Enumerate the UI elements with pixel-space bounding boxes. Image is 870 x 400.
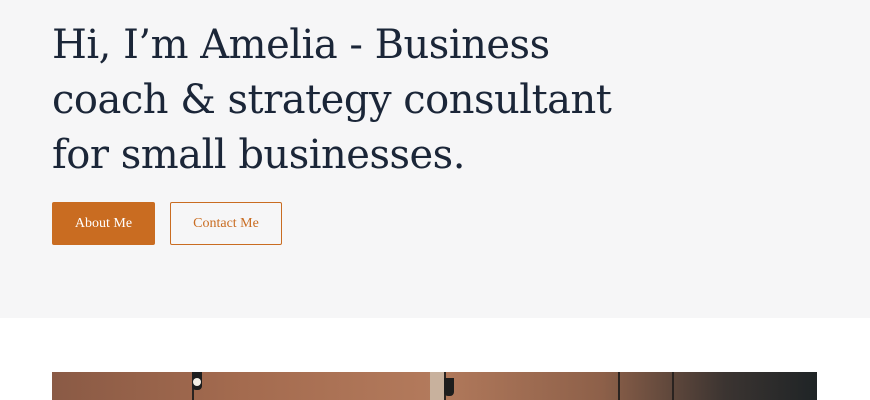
photo-bulb <box>193 378 201 386</box>
hero-section: Hi, I’m Amelia - Business coach & strate… <box>0 0 870 318</box>
photo-cable <box>618 372 620 400</box>
photo-cable <box>672 372 674 400</box>
hero-headline: Hi, I’m Amelia - Business coach & strate… <box>52 22 612 178</box>
photo-lamp <box>444 378 454 396</box>
hero-photo <box>52 372 817 400</box>
contact-me-button[interactable]: Contact Me <box>170 202 282 245</box>
about-me-button[interactable]: About Me <box>52 202 155 245</box>
photo-beam <box>430 372 444 400</box>
